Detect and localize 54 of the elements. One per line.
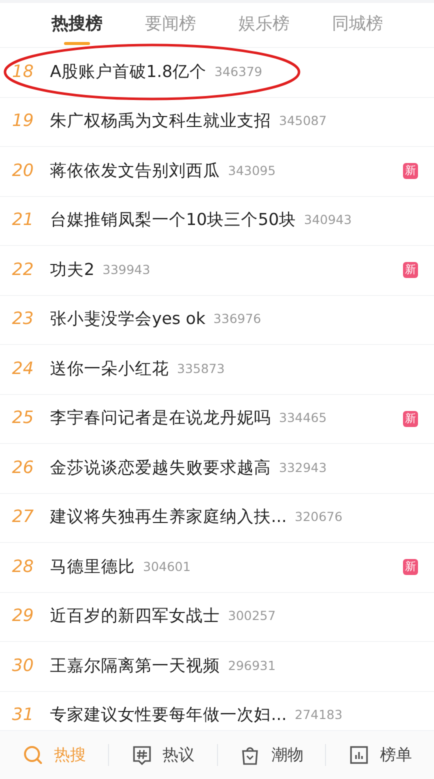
- search-count: 300257: [228, 607, 276, 626]
- topic-title[interactable]: 建议将失独再生养家庭纳入扶...: [50, 505, 287, 530]
- topic-title[interactable]: 王嘉尔隔离第一天视频: [50, 654, 220, 679]
- search-count: 345087: [279, 112, 327, 130]
- search-count: 335873: [177, 360, 225, 378]
- rank-number: 27: [12, 506, 35, 529]
- search-count: 343095: [228, 162, 276, 180]
- topic-title[interactable]: 张小斐没学会yes ok: [50, 307, 206, 332]
- topic-title[interactable]: A股账户首破1.8亿个: [50, 60, 207, 85]
- topic-title[interactable]: 朱广权杨禹为文科生就业支招: [50, 109, 271, 134]
- chart-icon: [348, 744, 370, 766]
- rank-number: 21: [12, 209, 35, 232]
- rank-number: 28: [12, 556, 35, 578]
- rank-number: 18: [12, 60, 35, 84]
- topic-title[interactable]: 台媒推销凤梨一个10块三个50块: [50, 208, 296, 234]
- rank-number: 19: [12, 110, 35, 133]
- topic-title[interactable]: 金莎说谈恋爱越失败要求越高: [50, 456, 271, 481]
- rank-number: 24: [12, 358, 35, 380]
- topic-title[interactable]: 李宇春问记者是在说龙丹妮吗: [50, 406, 271, 432]
- topic-title[interactable]: 马德里德比: [50, 554, 135, 580]
- search-count: 334465: [279, 409, 327, 428]
- topic-title[interactable]: 功夫2: [50, 258, 94, 283]
- rank-number: 20: [12, 160, 35, 182]
- search-count: 346379: [214, 62, 262, 81]
- rank-number: 29: [12, 605, 35, 628]
- search-count: 274183: [294, 706, 342, 724]
- topic-title[interactable]: 专家建议女性要每年做一次妇...: [50, 703, 287, 728]
- search-count: 339943: [102, 260, 150, 279]
- search-count: 340943: [304, 211, 352, 230]
- new-badge: 新: [403, 262, 418, 278]
- rank-number: 22: [12, 258, 35, 282]
- tab-indicator: [64, 42, 90, 45]
- new-badge: 新: [403, 559, 418, 576]
- topic-title[interactable]: 近百岁的新四军女战士: [50, 604, 220, 630]
- rank-number: 25: [12, 407, 35, 430]
- rank-number: 23: [12, 308, 35, 331]
- nav-tab[interactable]: 热议: [108, 743, 216, 767]
- search-count: 320676: [294, 508, 342, 526]
- hash-icon: [130, 744, 153, 766]
- search-icon: [22, 744, 44, 766]
- topic-title[interactable]: 蒋依依发文告别刘西瓜: [50, 158, 220, 184]
- search-count: 332943: [279, 458, 327, 477]
- search-count: 296931: [228, 656, 276, 675]
- rank-number: 30: [12, 654, 35, 678]
- rank-number: 31: [12, 704, 35, 727]
- nav-tab[interactable]: 榜单: [326, 743, 434, 767]
- search-count: 304601: [143, 558, 191, 576]
- new-badge: 新: [403, 410, 418, 427]
- tab[interactable]: 热搜榜: [51, 12, 102, 38]
- topic-title[interactable]: 送你一朵小红花: [50, 356, 169, 382]
- nav-tab[interactable]: 潮物: [218, 743, 326, 767]
- rank-number: 26: [12, 456, 35, 480]
- search-count: 336976: [213, 310, 262, 328]
- new-badge: 新: [403, 163, 418, 180]
